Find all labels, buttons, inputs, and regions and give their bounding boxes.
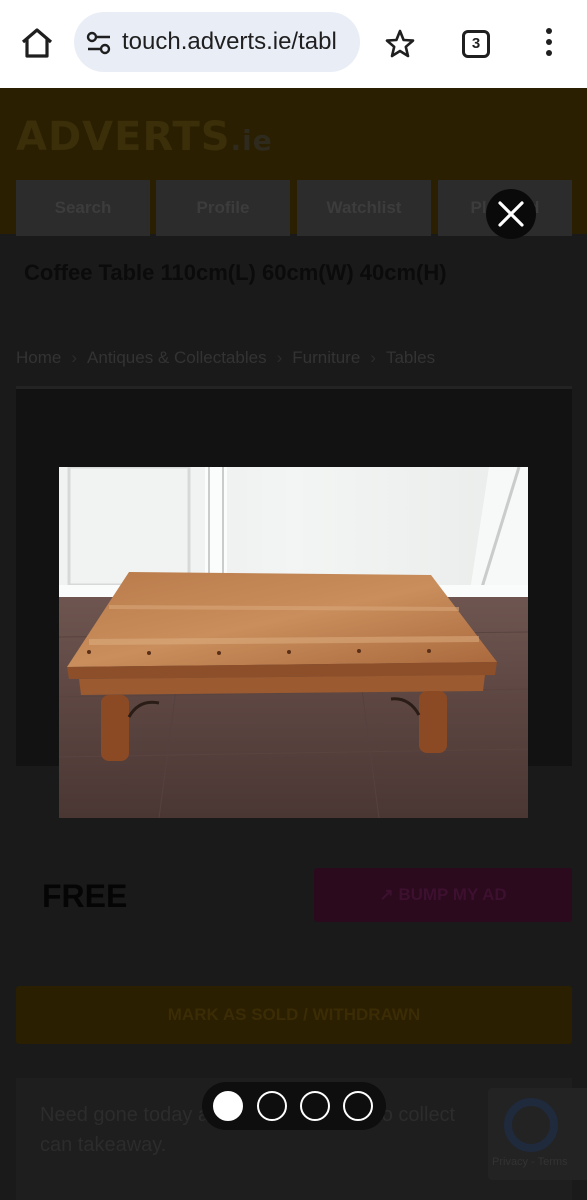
breadcrumb-home[interactable]: Home xyxy=(16,348,61,367)
price-label: FREE xyxy=(42,878,128,914)
site-logo: ADVERTS.ie xyxy=(16,114,273,160)
breadcrumb: Home › Antiques & Collectables › Furniture › T… xyxy=(16,348,436,367)
breadcrumb-antiques[interactable]: Antiques & Collectables xyxy=(87,348,267,367)
close-icon xyxy=(498,201,524,227)
logo-main: ADVERTS xyxy=(16,114,231,160)
logo-tld: .ie xyxy=(230,124,273,157)
nav-search[interactable]: Search xyxy=(16,180,150,236)
recaptcha-badge[interactable]: Privacy - Terms xyxy=(488,1088,587,1180)
breadcrumb-tables[interactable]: Tables xyxy=(386,348,435,367)
gallery-pager xyxy=(202,1082,386,1130)
mark-sold-button[interactable]: MARK AS SOLD / WITHDRAWN xyxy=(16,986,572,1044)
pager-dot-2[interactable] xyxy=(257,1091,287,1121)
address-bar[interactable]: touch.adverts.ie/tabl xyxy=(74,12,360,72)
recaptcha-footer[interactable]: Privacy - Terms xyxy=(492,1156,568,1168)
home-icon[interactable] xyxy=(18,24,56,62)
more-vert-icon[interactable] xyxy=(541,28,557,60)
coffee-table-image xyxy=(59,467,528,818)
tab-switcher-icon[interactable]: 3 xyxy=(462,30,490,58)
star-icon[interactable] xyxy=(384,28,416,60)
tune-icon[interactable] xyxy=(86,30,112,56)
pager-dot-4[interactable] xyxy=(343,1091,373,1121)
breadcrumb-furniture[interactable]: Furniture xyxy=(292,348,360,367)
pager-dot-3[interactable] xyxy=(300,1091,330,1121)
recaptcha-icon xyxy=(504,1098,558,1152)
browser-toolbar: touch.adverts.ie/tabl 3 xyxy=(0,0,587,88)
nav-profile[interactable]: Profile xyxy=(156,180,290,236)
bump-ad-button[interactable]: ↗ BUMP MY AD xyxy=(314,868,572,922)
url-text: touch.adverts.ie/tabl xyxy=(122,28,337,55)
listing-photo[interactable] xyxy=(59,467,528,818)
close-button[interactable] xyxy=(486,189,536,239)
nav-watchlist[interactable]: Watchlist xyxy=(297,180,431,236)
pager-dot-1[interactable] xyxy=(213,1091,243,1121)
listing-title: Coffee Table 110cm(L) 60cm(W) 40cm(H) xyxy=(24,260,447,285)
trending-up-icon: ↗ xyxy=(379,885,399,904)
bump-label: BUMP MY AD xyxy=(398,885,507,904)
